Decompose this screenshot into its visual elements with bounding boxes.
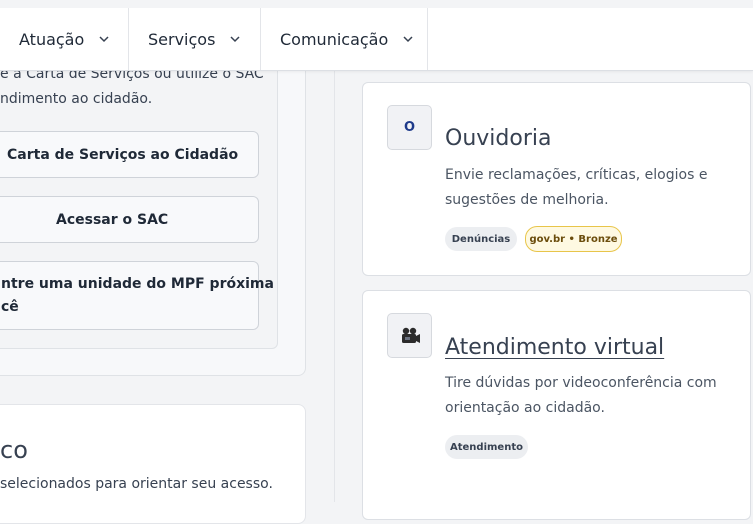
- card-desc-line: Envie reclamações, críticas, elogios e: [445, 167, 708, 183]
- card-title-link[interactable]: Atendimento virtual: [445, 335, 664, 360]
- column-divider: [334, 70, 335, 502]
- top-strip: [0, 0, 753, 8]
- chevron-down-icon: [403, 36, 413, 43]
- video-camera-icon: [401, 327, 420, 343]
- nav-item-label: Comunicação: [280, 29, 389, 49]
- atendimento-icon-box: [387, 313, 432, 358]
- seal-badge: gov.br • Bronze: [525, 226, 622, 252]
- button-label: Acessar o SAC: [56, 212, 169, 228]
- chevron-down-icon: [99, 36, 109, 43]
- left-card-desc: selecionados para orientar seu acesso.: [0, 476, 273, 492]
- left-card-title: co: [0, 436, 28, 464]
- nav-item-comunicacao[interactable]: Comunicação: [261, 8, 428, 70]
- button-label-line: ntre uma unidade do MPF próxima: [1, 276, 274, 292]
- atendimento-virtual-card[interactable]: Atendimento virtual Tire dúvidas por vid…: [362, 290, 751, 520]
- carta-servicos-button[interactable]: Carta de Serviços ao Cidadão: [0, 131, 259, 178]
- card-title[interactable]: Ouvidoria: [445, 126, 551, 151]
- tag-badge: Denúncias: [445, 227, 517, 251]
- nav-item-label: Serviços: [148, 29, 216, 49]
- nav-item-servicos[interactable]: Serviços: [129, 8, 261, 70]
- button-label: Carta de Serviços ao Cidadão: [7, 147, 239, 163]
- letter-o-icon: O: [403, 120, 416, 135]
- card-desc-line: sugestões de melhoria.: [445, 192, 609, 208]
- tag-badge: Atendimento: [445, 435, 528, 459]
- chevron-down-icon: [230, 36, 240, 43]
- acessar-sac-button[interactable]: Acessar o SAC: [0, 196, 259, 243]
- nav-item-label: Atuação: [19, 29, 85, 49]
- encontre-unidade-button[interactable]: ntre uma unidade do MPF próxima cê: [0, 261, 274, 330]
- left-card: [0, 404, 306, 524]
- nav-item-atuacao[interactable]: Atuação: [0, 8, 129, 70]
- intro-text-line: ndimento ao cidadão.: [0, 91, 153, 107]
- ouvidoria-icon-box: O: [387, 105, 432, 150]
- card-desc-line: Tire dúvidas por videoconferência com: [445, 375, 717, 391]
- ouvidoria-card[interactable]: O Ouvidoria Envie reclamações, críticas,…: [362, 82, 751, 276]
- button-label-line: cê: [1, 299, 19, 315]
- top-navigation: Atuação Serviços Comunicação: [0, 0, 753, 71]
- card-desc-line: orientação ao cidadão.: [445, 400, 605, 416]
